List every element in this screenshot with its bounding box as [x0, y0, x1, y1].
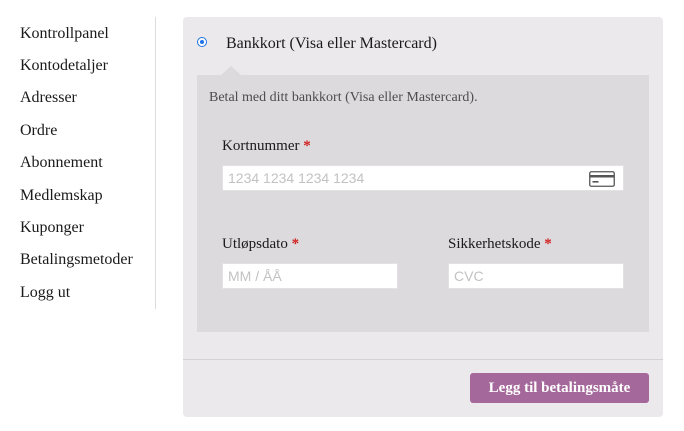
- nav-item-abonnement[interactable]: Abonnement: [20, 153, 103, 173]
- card-number-label: Kortnummer *: [222, 137, 311, 155]
- expiry-placeholder: MM / ÅÅ: [228, 268, 282, 284]
- card-number-placeholder: 1234 1234 1234 1234: [228, 170, 365, 186]
- payment-method-option[interactable]: Bankkort (Visa eller Mastercard): [183, 17, 663, 73]
- cvc-label: Sikkerhetskode *: [448, 235, 552, 253]
- expiry-label-text: Utløpsdato: [222, 236, 288, 252]
- cvc-placeholder: CVC: [454, 268, 484, 284]
- credit-card-icon: [589, 171, 615, 187]
- payment-description: Betal med ditt bankkort (Visa eller Mast…: [209, 90, 478, 105]
- nav-item-betalingsmetoder[interactable]: Betalingsmetoder: [20, 250, 133, 270]
- cvc-input[interactable]: CVC: [448, 263, 624, 289]
- expiry-input[interactable]: MM / ÅÅ: [222, 263, 398, 289]
- nav-item-medlemskap[interactable]: Medlemskap: [20, 186, 103, 206]
- required-marker: *: [303, 138, 311, 154]
- card-number-label-text: Kortnummer: [222, 138, 300, 154]
- payment-method-radio[interactable]: [197, 37, 207, 47]
- card-payment-box: Betal med ditt bankkort (Visa eller Mast…: [197, 75, 649, 332]
- cvc-label-text: Sikkerhetskode: [448, 236, 541, 252]
- card-number-input[interactable]: 1234 1234 1234 1234: [222, 165, 624, 191]
- add-payment-method-button[interactable]: Legg til betalingsmåte: [470, 373, 649, 403]
- panel-divider: [183, 359, 663, 360]
- nav-item-kontrollpanel[interactable]: Kontrollpanel: [20, 24, 109, 44]
- nav-item-kontodetaljer[interactable]: Kontodetaljer: [20, 56, 108, 76]
- nav-item-adresser[interactable]: Adresser: [20, 88, 77, 108]
- account-navigation: Kontrollpanel Kontodetaljer Adresser Ord…: [0, 17, 156, 309]
- expiry-label: Utløpsdato *: [222, 235, 299, 253]
- nav-item-logg-ut[interactable]: Logg ut: [20, 283, 70, 303]
- nav-item-ordre[interactable]: Ordre: [20, 121, 57, 141]
- required-marker: *: [291, 236, 300, 252]
- payment-method-panel: Bankkort (Visa eller Mastercard) Betal m…: [183, 17, 663, 417]
- payment-box-pointer: [221, 66, 241, 75]
- payment-method-label[interactable]: Bankkort (Visa eller Mastercard): [226, 34, 437, 54]
- required-marker: *: [544, 236, 552, 252]
- nav-item-kuponger[interactable]: Kuponger: [20, 218, 84, 238]
